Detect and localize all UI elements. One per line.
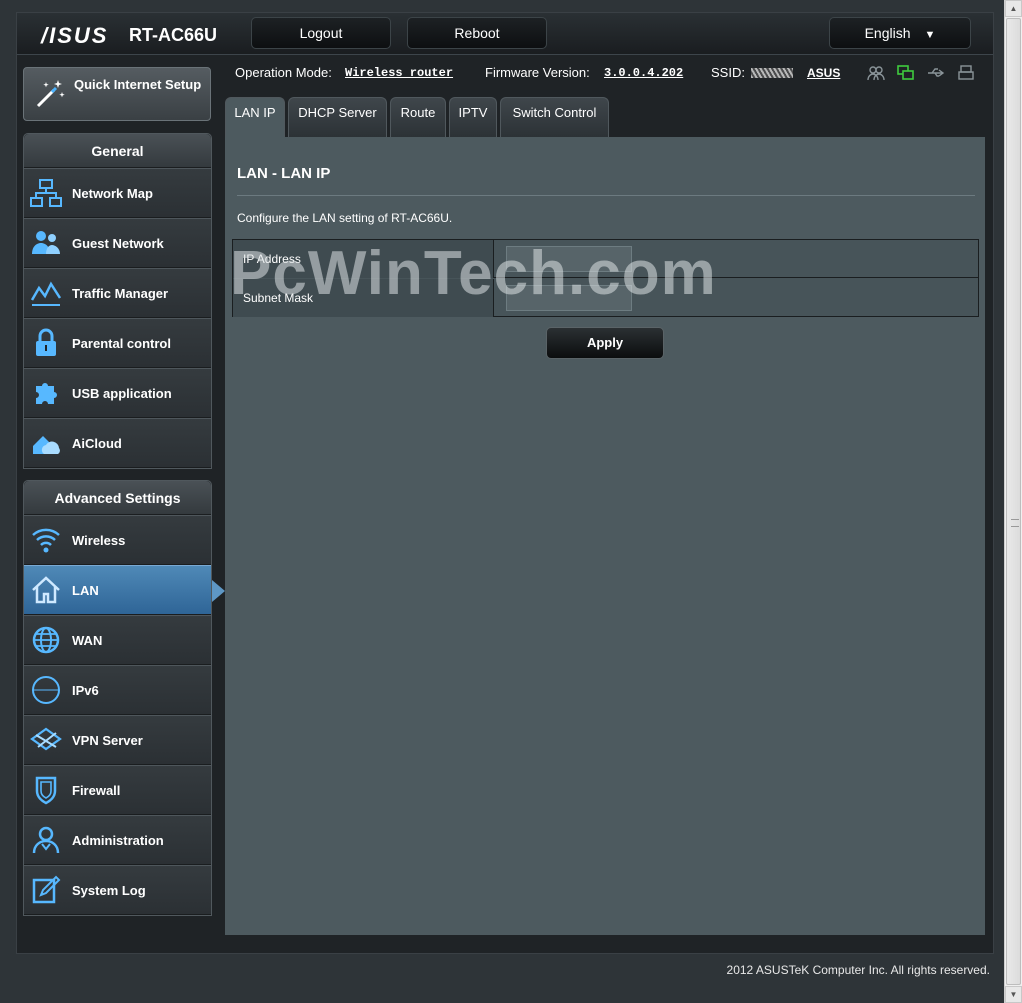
quick-internet-setup-label: Quick Internet Setup — [74, 77, 202, 92]
vpn-icon — [30, 727, 62, 751]
menu-label: IPv6 — [72, 683, 99, 698]
advanced-heading: Advanced Settings — [24, 481, 211, 515]
tab-lan-ip[interactable]: LAN IP — [225, 97, 285, 138]
cloud-icon — [33, 436, 60, 454]
shield-icon — [35, 776, 57, 805]
asus-logo: /ISUS — [41, 23, 109, 48]
subnet-mask-input[interactable] — [506, 285, 632, 311]
menu-item-aicloud[interactable]: AiCloud — [24, 418, 211, 468]
menu-item-administration[interactable]: Administration — [24, 815, 211, 865]
title-divider — [237, 195, 975, 196]
clients-icon[interactable] — [867, 65, 885, 81]
op-mode-label: Operation Mode: — [235, 65, 332, 80]
usb-icon[interactable] — [927, 65, 945, 81]
scroll-thumb[interactable] — [1006, 18, 1021, 985]
menu-item-network-map[interactable]: Network Map — [24, 168, 211, 218]
ssid-link[interactable]: ASUS — [807, 66, 840, 80]
menu-label: System Log — [72, 883, 146, 898]
menu-label: VPN Server — [72, 733, 143, 748]
wifi-icon — [32, 528, 60, 553]
status-bar: Operation Mode: Wireless router Firmware… — [235, 65, 975, 85]
scroll-grip-icon — [1011, 519, 1019, 527]
home-icon — [32, 576, 60, 604]
top-header: /ISUS RT-AC66U Logout Reboot English ▼ — [17, 13, 993, 55]
menu-item-wan[interactable]: WAN — [24, 615, 211, 665]
subnet-mask-label: Subnet Mask — [233, 279, 494, 317]
chevron-down-icon: ▼ — [924, 29, 936, 41]
guest-network-icon — [32, 231, 60, 254]
menu-item-firewall[interactable]: Firewall — [24, 765, 211, 815]
menu-label: Guest Network — [72, 236, 164, 251]
page-description: Configure the LAN setting of RT-AC66U. — [237, 211, 453, 225]
menu-label: Traffic Manager — [72, 286, 169, 301]
traffic-manager-icon — [30, 281, 62, 306]
globe-icon — [32, 626, 60, 654]
ip-address-label: IP Address — [233, 240, 494, 278]
copyright-footer: 2012 ASUSTeK Computer Inc. All rights re… — [726, 963, 990, 977]
advanced-menu: Advanced Settings Wireless LAN WAN IPv6 … — [23, 480, 225, 916]
main-content: LAN - LAN IP Configure the LAN setting o… — [225, 137, 985, 935]
menu-label: Administration — [72, 833, 164, 848]
firmware-link[interactable]: 3.0.0.4.202 — [604, 66, 683, 80]
op-mode-link[interactable]: Wireless router — [345, 66, 453, 80]
network-map-icon — [30, 179, 62, 207]
tab-dhcp-server[interactable]: DHCP Server — [288, 97, 387, 137]
general-heading: General — [24, 134, 211, 168]
quick-internet-setup-button[interactable]: Quick Internet Setup — [23, 67, 211, 121]
lock-icon — [36, 328, 56, 356]
ip-address-input[interactable] — [506, 246, 632, 272]
menu-label: WAN — [72, 633, 103, 648]
menu-item-parental-control[interactable]: Parental control — [24, 318, 211, 368]
language-select[interactable]: English ▼ — [829, 17, 971, 49]
menu-item-usb-application[interactable]: USB application — [24, 368, 211, 418]
menu-item-ipv6[interactable]: IPv6 — [24, 665, 211, 715]
puzzle-icon — [36, 383, 57, 404]
reboot-button[interactable]: Reboot — [407, 17, 547, 49]
scroll-up-icon[interactable]: ▲ — [1005, 0, 1022, 17]
menu-label: AiCloud — [72, 436, 122, 451]
language-value: English — [864, 25, 911, 41]
tab-route[interactable]: Route — [390, 97, 446, 137]
menu-item-lan[interactable]: LAN — [24, 565, 225, 615]
menu-label: USB application — [72, 386, 172, 401]
ssid-label: SSID: — [711, 65, 745, 80]
logout-button[interactable]: Logout — [251, 17, 391, 49]
menu-label: Parental control — [72, 336, 171, 351]
network-icon[interactable] — [897, 65, 915, 81]
ip-address-row: IP Address — [233, 240, 978, 278]
menu-item-traffic-manager[interactable]: Traffic Manager — [24, 268, 211, 318]
menu-item-system-log[interactable]: System Log — [24, 865, 211, 915]
general-menu: General Network Map Guest Network Traffi… — [23, 133, 212, 469]
menu-label: Wireless — [72, 533, 126, 548]
scroll-down-icon[interactable]: ▼ — [1005, 986, 1022, 1003]
menu-item-vpn-server[interactable]: VPN Server — [24, 715, 211, 765]
router-frame: /ISUS RT-AC66U Logout Reboot English ▼ Op… — [16, 12, 994, 954]
menu-label: LAN — [72, 583, 99, 598]
menu-item-wireless[interactable]: Wireless — [24, 515, 211, 565]
tab-iptv[interactable]: IPTV — [449, 97, 497, 137]
model-name: RT-AC66U — [129, 25, 218, 45]
lan-ip-form: IP Address Subnet Mask — [232, 239, 979, 317]
admin-icon — [32, 826, 60, 854]
printer-icon[interactable] — [957, 65, 975, 81]
ssid-hidden-graphic — [751, 68, 793, 78]
apply-button[interactable]: Apply — [546, 327, 664, 359]
subnet-mask-row: Subnet Mask — [233, 279, 978, 317]
menu-item-guest-network[interactable]: Guest Network — [24, 218, 211, 268]
magic-wand-icon — [36, 80, 65, 108]
page-scrollbar[interactable]: ▲ ▼ — [1004, 0, 1022, 1003]
ipv6-icon — [32, 676, 60, 704]
menu-label: Network Map — [72, 186, 153, 201]
firmware-label: Firmware Version: — [485, 65, 590, 80]
tab-switch-control[interactable]: Switch Control — [500, 97, 609, 137]
menu-label: Firewall — [72, 783, 121, 798]
page-title: LAN - LAN IP — [237, 165, 331, 182]
log-icon — [32, 875, 61, 904]
